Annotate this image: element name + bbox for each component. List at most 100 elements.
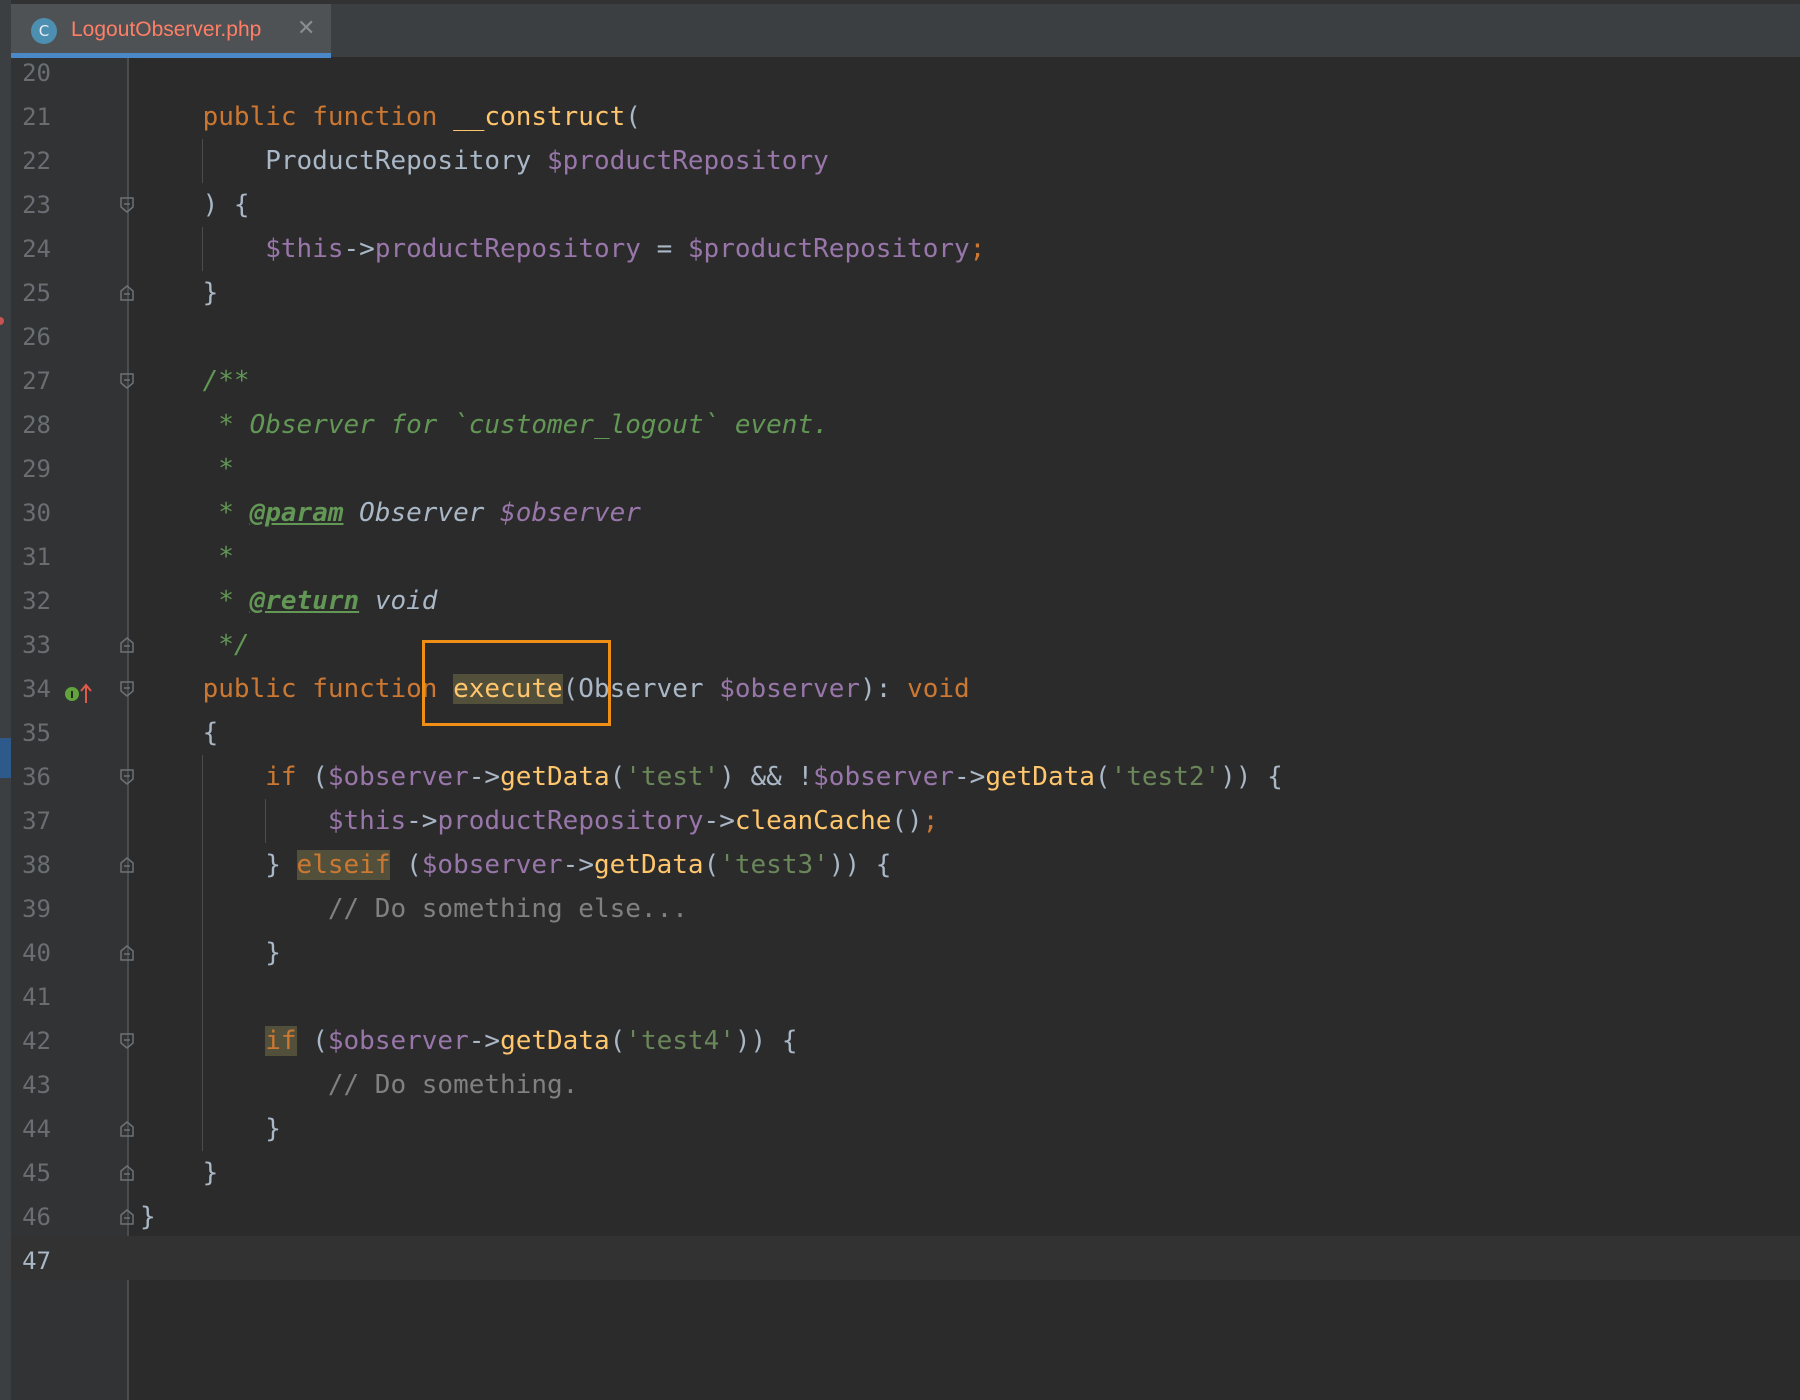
code-text: } [140,278,219,308]
fold-marker-icon[interactable] [120,1165,134,1181]
line-number: 36 [22,763,51,791]
code-text: if ($observer->getData('test') && !$obse… [265,762,1283,792]
code-text: if ($observer->getData('test4')) { [265,1026,798,1056]
code-line: 42 if ($observer->getData('test4')) { [0,1019,1800,1063]
line-number: 41 [22,983,51,1011]
line-number: 25 [22,279,51,307]
line-number: 29 [22,455,51,483]
fold-marker-icon[interactable] [120,945,134,961]
code-line: 37 $this->productRepository->cleanCache(… [0,799,1800,843]
line-number: 26 [22,323,51,351]
tab-title: LogoutObserver.php [71,18,262,41]
fold-marker-icon[interactable] [120,197,134,213]
line-number: 46 [22,1203,51,1231]
code-text: ProductRepository $productRepository [140,146,829,176]
implements-method-icon[interactable]: I [64,678,94,703]
line-number: 40 [22,939,51,967]
code-line: 34 I public function execute(Observer $o… [0,667,1800,711]
svg-text:I: I [70,690,74,701]
code-line: 32 * @return void [0,579,1800,623]
code-line: 43 // Do something. [0,1063,1800,1107]
code-text: } [140,1114,281,1144]
code-text: * @param Observer $observer [218,498,641,528]
code-text: } [140,1202,156,1232]
code-text: } [140,938,281,968]
code-editor[interactable]: 20 21 public function __construct( 22 Pr… [0,51,1800,1283]
code-line: 46 } [0,1195,1800,1239]
line-number: 27 [22,367,51,395]
code-line: 35 { [0,711,1800,755]
fold-marker-icon[interactable] [120,285,134,301]
code-text: } [140,1158,219,1188]
code-text: * Observer for `customer_logout` event. [218,410,829,440]
line-number: 21 [22,103,51,131]
line-number: 39 [22,895,51,923]
code-text: $this->productRepository = $productRepos… [265,234,986,264]
highlight-annotation-box [422,640,611,726]
line-number: 35 [22,719,51,747]
code-line: 22 ProductRepository $productRepository [0,139,1800,183]
line-number: 42 [22,1027,51,1055]
line-number: 38 [22,851,51,879]
code-line: 27 /** [0,359,1800,403]
editor-tab-bar: C LogoutObserver.php ✕ [11,0,1800,58]
line-number: 30 [22,499,51,527]
fold-marker-icon[interactable] [120,857,134,873]
line-number: 45 [22,1159,51,1187]
code-line: 23 ) { [0,183,1800,227]
code-line: 38 } elseif ($observer->getData('test3')… [0,843,1800,887]
code-line: 26 [0,315,1800,359]
line-number: 47 [22,1247,51,1275]
tab-logout-observer[interactable]: C LogoutObserver.php ✕ [11,4,331,58]
line-number: 23 [22,191,51,219]
code-line: 39 // Do something else... [0,887,1800,931]
code-text: // Do something else... [327,894,688,924]
code-text: * [218,454,234,484]
code-line: 31 * [0,535,1800,579]
line-number: 32 [22,587,51,615]
line-number: 33 [22,631,51,659]
code-line: 40 } [0,931,1800,975]
fold-marker-icon[interactable] [120,1033,134,1049]
code-line: 44 } [0,1107,1800,1151]
fold-marker-icon[interactable] [120,1121,134,1137]
code-text: { [140,718,219,748]
line-number: 24 [22,235,51,263]
code-text: // Do something. [327,1070,579,1100]
code-line: 20 [0,51,1800,95]
line-number: 22 [22,147,51,175]
line-number: 31 [22,543,51,571]
code-line: 21 public function __construct( [0,95,1800,139]
code-text: */ [218,630,250,660]
code-text: } elseif ($observer->getData('test3')) { [140,850,892,880]
code-text: ) { [140,190,250,220]
code-line: 41 [0,975,1800,1019]
code-line: 36 if ($observer->getData('test') && !$o… [0,755,1800,799]
fold-marker-icon[interactable] [120,1209,134,1225]
code-line: 24 $this->productRepository = $productRe… [0,227,1800,271]
fold-marker-icon[interactable] [120,681,134,697]
code-line: 25 } [0,271,1800,315]
code-line: 45 } [0,1151,1800,1195]
code-line: 33 */ [0,623,1800,667]
line-number: 43 [22,1071,51,1099]
code-text: * @return void [218,586,438,616]
line-number: 20 [22,59,51,87]
fold-marker-icon[interactable] [120,769,134,785]
code-line: 29 * [0,447,1800,491]
code-line: 28 * Observer for `customer_logout` even… [0,403,1800,447]
code-text: $this->productRepository->cleanCache(); [327,806,939,836]
line-number: 37 [22,807,51,835]
php-class-file-icon: C [31,18,57,44]
code-text: public function __construct( [202,102,641,132]
close-tab-icon[interactable]: ✕ [297,16,315,41]
line-number: 34 [22,675,51,703]
line-number: 44 [22,1115,51,1143]
code-line-current: 47 [0,1239,1800,1283]
code-text: * [218,542,234,572]
code-text: /** [202,366,250,396]
fold-marker-icon[interactable] [120,637,134,653]
line-number: 28 [22,411,51,439]
fold-marker-icon[interactable] [120,373,134,389]
code-line: 30 * @param Observer $observer [0,491,1800,535]
